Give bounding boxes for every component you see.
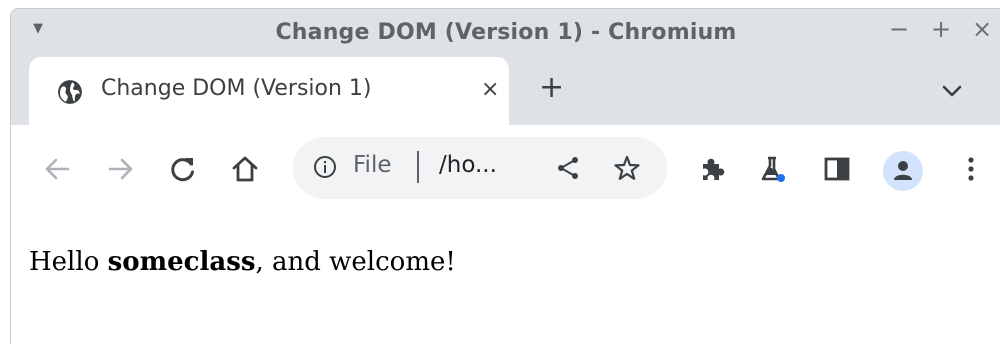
reload-icon[interactable] bbox=[167, 153, 199, 185]
page-content: Hello someclass, and welcome! bbox=[11, 211, 1000, 344]
close-window-button[interactable]: × bbox=[972, 17, 992, 41]
browser-window: ▼ Change DOM (Version 1) - Chromium − + … bbox=[10, 8, 1000, 344]
chevron-down-icon[interactable] bbox=[941, 83, 963, 99]
greeting-suffix: , and welcome! bbox=[255, 247, 456, 277]
url-text[interactable]: /ho... bbox=[439, 152, 497, 178]
profile-button[interactable] bbox=[883, 151, 923, 191]
new-tab-button[interactable]: + bbox=[539, 73, 564, 103]
maximize-button[interactable]: + bbox=[931, 17, 951, 41]
address-bar[interactable]: File /ho... bbox=[293, 137, 667, 199]
close-tab-button[interactable]: × bbox=[481, 77, 499, 103]
url-scheme: File bbox=[353, 152, 392, 178]
url-divider bbox=[417, 151, 419, 183]
arrow-left-icon[interactable] bbox=[41, 153, 73, 185]
person-icon bbox=[894, 161, 912, 180]
toolbar: File /ho... bbox=[11, 125, 1000, 212]
flask-icon[interactable] bbox=[757, 153, 789, 185]
greeting-prefix: Hello bbox=[29, 247, 108, 277]
title-bar: ▼ Change DOM (Version 1) - Chromium − + … bbox=[11, 9, 1000, 57]
arrow-right-icon[interactable] bbox=[105, 153, 137, 185]
info-icon[interactable] bbox=[313, 155, 337, 179]
tab-strip: Change DOM (Version 1) × + bbox=[11, 57, 1000, 125]
star-icon[interactable] bbox=[613, 154, 641, 182]
share-icon[interactable] bbox=[555, 155, 581, 181]
greeting-text: Hello someclass, and welcome! bbox=[29, 247, 456, 277]
globe-icon bbox=[58, 80, 82, 104]
side-panel-icon[interactable] bbox=[821, 153, 853, 185]
user-name: someclass bbox=[107, 247, 256, 277]
tab-title: Change DOM (Version 1) bbox=[101, 76, 372, 101]
kebab-icon[interactable] bbox=[955, 153, 987, 185]
tab-active[interactable]: Change DOM (Version 1) × bbox=[29, 57, 509, 125]
home-icon[interactable] bbox=[229, 153, 261, 185]
minimize-button[interactable]: − bbox=[889, 17, 909, 41]
puzzle-icon[interactable] bbox=[697, 153, 729, 185]
window-title: Change DOM (Version 1) - Chromium bbox=[275, 20, 737, 45]
